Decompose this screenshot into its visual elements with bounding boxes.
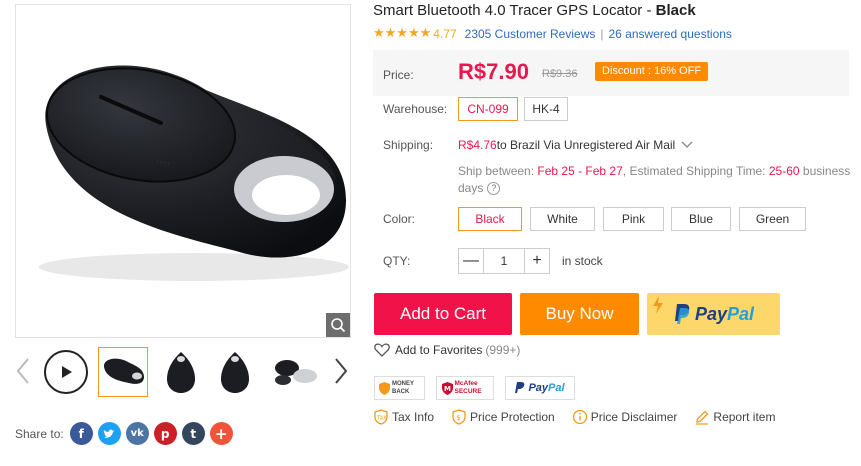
thumbnail-image xyxy=(275,360,317,385)
price-box: Price: R$7.90 R$9.36 Discount : 16% OFF xyxy=(373,50,849,96)
heart-icon xyxy=(374,343,390,357)
thumbnail-2[interactable] xyxy=(156,347,206,397)
color-option-blue[interactable]: Blue xyxy=(671,207,731,231)
price-protection-link[interactable]: $ Price Protection xyxy=(451,409,555,425)
price-disclaimer-link[interactable]: Price Disclaimer xyxy=(572,409,677,425)
pencil-icon xyxy=(696,410,709,425)
ship-between-label: Ship between: xyxy=(458,164,538,178)
questions-link[interactable]: 26 answered questions xyxy=(609,27,732,41)
tumblr-icon[interactable]: t xyxy=(181,422,205,445)
quantity-stepper: — 1 + xyxy=(458,248,550,274)
thumbnail-image xyxy=(103,358,144,384)
facebook-icon[interactable]: f xyxy=(69,422,93,445)
paypal-logo-icon xyxy=(674,304,690,324)
share-bar: Share to: f vk p t + xyxy=(15,422,238,445)
buy-now-button[interactable]: Buy Now xyxy=(520,293,639,335)
twitter-icon[interactable] xyxy=(97,422,121,445)
estimated-time-label: , Estimated Shipping Time: xyxy=(622,164,769,178)
star-rating-icon: ★★★★★ xyxy=(373,26,432,41)
mcafee-shield-icon: M xyxy=(441,381,453,395)
more-share-icon[interactable]: + xyxy=(209,422,233,445)
share-label: Share to: xyxy=(15,426,64,441)
thumbnail-strip xyxy=(15,347,355,397)
chevron-right-icon[interactable] xyxy=(333,357,349,385)
mcafee-badge: M McAfee SECURE xyxy=(436,376,494,400)
warehouse-label: Warehouse: xyxy=(383,102,448,116)
ship-between-dates: Feb 25 - Feb 27 xyxy=(537,164,623,178)
product-title: Smart Bluetooth 4.0 Tracer GPS Locator -… xyxy=(373,2,696,19)
paypal-checkout-button[interactable]: PayPal xyxy=(647,293,780,335)
stock-status: in stock xyxy=(562,254,603,268)
favorites-count: (999+) xyxy=(485,343,521,357)
current-price: R$7.90 xyxy=(458,59,529,84)
thumbnail-1[interactable] xyxy=(98,347,148,397)
add-to-cart-button[interactable]: Add to Cart xyxy=(374,293,512,335)
svg-text:M: M xyxy=(444,385,451,393)
price-label: Price: xyxy=(383,68,414,82)
qty-plus-button[interactable]: + xyxy=(525,249,549,273)
zoom-button[interactable] xyxy=(326,313,350,337)
svg-text:$: $ xyxy=(457,414,461,422)
paypal-badge-text: PayPal xyxy=(528,382,565,394)
color-option-pink[interactable]: Pink xyxy=(603,207,664,231)
color-option-black[interactable]: Black xyxy=(458,207,522,231)
rating-row: ★★★★★ 4.77 2305 Customer Reviews | 26 an… xyxy=(373,26,732,41)
shipping-cost: R$4.76 xyxy=(458,138,497,152)
shipping-label: Shipping: xyxy=(383,138,434,152)
original-price: R$9.36 xyxy=(542,68,578,80)
vk-icon[interactable]: vk xyxy=(125,422,149,445)
tax-info-link[interactable]: TAX Tax Info xyxy=(373,409,434,425)
color-option-green[interactable]: Green xyxy=(739,207,806,231)
estimated-time-value: 25-60 xyxy=(768,164,800,178)
thumbnail-3[interactable] xyxy=(210,347,260,397)
magnifier-icon xyxy=(331,318,346,333)
svg-text:TAX: TAX xyxy=(376,416,387,422)
shipping-method: to Brazil Via Unregistered Air Mail xyxy=(496,138,676,152)
discount-badge: Discount : 16% OFF xyxy=(595,62,709,81)
qty-label: QTY: xyxy=(383,254,411,268)
lightning-icon xyxy=(653,296,663,314)
pinterest-icon[interactable]: p xyxy=(153,422,177,445)
paypal-wordmark: PayPal xyxy=(694,303,755,324)
paypal-badge: PayPal xyxy=(505,376,575,400)
product-title-text: Smart Bluetooth 4.0 Tracer GPS Locator - xyxy=(373,2,656,19)
color-label: Color: xyxy=(383,212,416,226)
money-back-badge: MONEY BACK xyxy=(374,376,425,400)
warehouse-option-hk4[interactable]: HK-4 xyxy=(524,97,568,121)
report-item-link[interactable]: Report item xyxy=(694,409,775,425)
thumbnail-4[interactable] xyxy=(270,347,320,397)
shield-icon xyxy=(379,381,390,395)
paypal-small-icon xyxy=(515,382,525,393)
favorites-label: Add to Favorites xyxy=(395,343,483,357)
question-icon[interactable]: ? xyxy=(487,182,501,196)
play-video-button[interactable] xyxy=(44,350,88,394)
tax-icon: TAX xyxy=(374,409,388,425)
reviews-link[interactable]: 2305 Customer Reviews xyxy=(465,27,596,41)
chevron-left-icon[interactable] xyxy=(15,357,31,385)
thumbnail-image xyxy=(167,352,195,393)
money-back-text: MONEY BACK xyxy=(392,381,414,395)
mcafee-text: McAfee SECURE xyxy=(454,380,482,395)
info-links: TAX Tax Info $ Price Protection Price Di… xyxy=(373,409,792,425)
play-icon xyxy=(62,366,72,378)
rating-score: 4.77 xyxy=(433,26,457,41)
gps-tracker-image: · · · · xyxy=(39,65,349,281)
info-icon xyxy=(572,409,587,425)
price-shield-icon: $ xyxy=(452,409,466,425)
chevron-down-icon xyxy=(681,141,693,148)
shipping-estimate: Ship between: Feb 25 - Feb 27, Estimated… xyxy=(458,163,853,197)
product-title-color: Black xyxy=(655,2,696,19)
qty-input[interactable]: 1 xyxy=(483,249,525,273)
separator: | xyxy=(600,26,604,41)
warehouse-option-cn099[interactable]: CN-099 xyxy=(458,97,518,121)
color-option-white[interactable]: White xyxy=(530,207,595,231)
qty-minus-button[interactable]: — xyxy=(459,249,483,273)
thumbnail-image xyxy=(221,352,249,393)
shipping-selector[interactable]: R$4.76 to Brazil Via Unregistered Air Ma… xyxy=(458,138,693,152)
add-to-favorites[interactable]: Add to Favorites (999+) xyxy=(374,343,520,357)
main-product-image[interactable]: · · · · xyxy=(15,4,351,338)
